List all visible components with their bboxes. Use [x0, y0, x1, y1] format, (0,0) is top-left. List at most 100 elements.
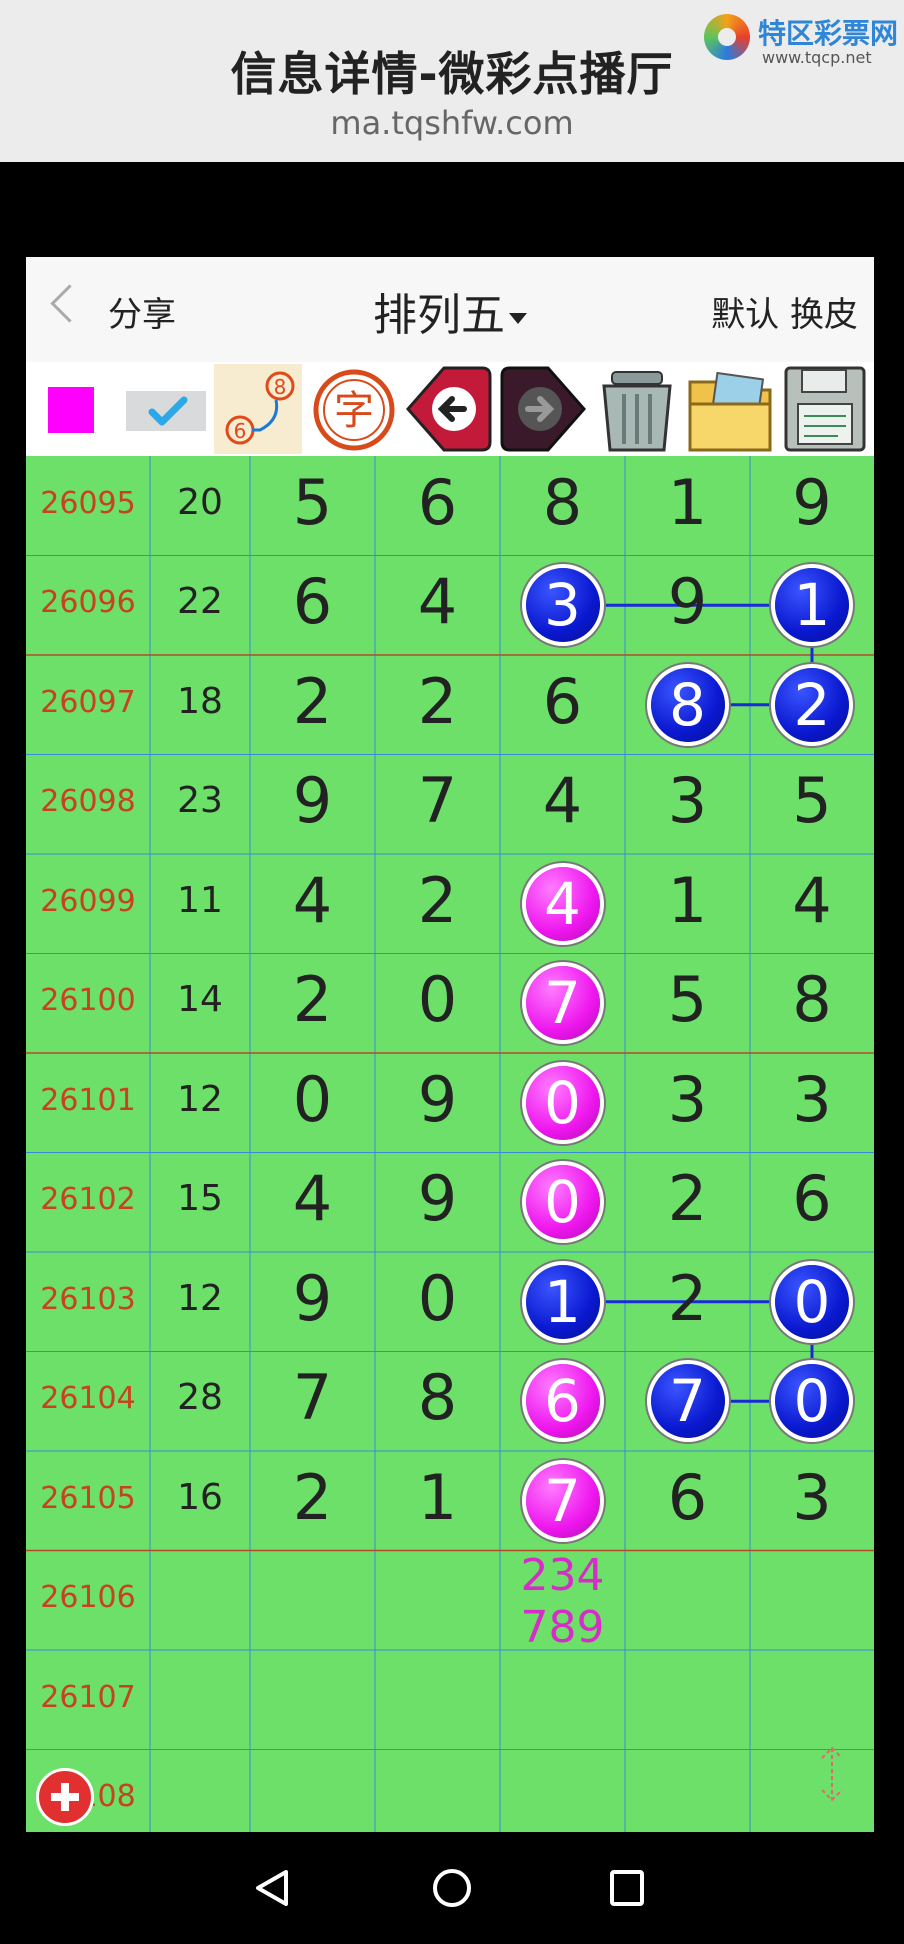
scroll-arrows-icon[interactable] — [812, 1744, 852, 1804]
lottery-title: 排列五 — [373, 290, 505, 341]
issue-number: 26103 — [40, 1281, 136, 1317]
draw-digit[interactable]: 2 — [648, 1162, 728, 1235]
draw-digit[interactable]: 6 — [772, 1162, 852, 1235]
results-grid: 26095 20 5 6 8 1 9 26096 22 6 4 3 9 1 26097 18 2 2 6 8 2 2609… — [26, 456, 874, 1832]
draw-digit[interactable]: 4 — [398, 565, 478, 638]
sum-value: 16 — [177, 1476, 223, 1518]
draw-digit[interactable]: 9 — [398, 1063, 478, 1136]
blue-ball-digit[interactable]: 3 — [525, 568, 600, 643]
blue-ball-digit[interactable]: 0 — [775, 1264, 849, 1339]
system-nav-bar — [0, 1832, 904, 1940]
sum-value: 12 — [177, 1078, 223, 1120]
draw-digit[interactable]: 1 — [648, 864, 728, 937]
draw-digit[interactable]: 6 — [398, 466, 478, 539]
draw-digit[interactable]: 0 — [398, 963, 478, 1036]
logo-site: www.tqcp.net — [762, 48, 872, 67]
draw-digit[interactable]: 2 — [273, 1461, 353, 1534]
draw-digit[interactable]: 7 — [398, 764, 478, 837]
blue-ball-digit[interactable]: 7 — [650, 1364, 725, 1439]
logo-name: 特区彩票网 — [758, 17, 899, 50]
draw-digit[interactable]: 9 — [398, 1162, 478, 1235]
folder-photo-icon[interactable] — [686, 364, 774, 454]
skin-options[interactable]: 默认 换皮 — [711, 287, 858, 336]
add-button-icon[interactable] — [36, 1768, 94, 1826]
issue-number: 26095 — [40, 485, 136, 521]
draw-digit[interactable]: 5 — [772, 764, 852, 837]
connect-dots-icon[interactable]: 8 6 — [214, 364, 302, 454]
blue-ball-digit[interactable]: 1 — [775, 568, 849, 643]
draw-digit[interactable]: 3 — [772, 1461, 852, 1534]
black-band — [0, 162, 904, 257]
pink-ball-digit[interactable]: 4 — [525, 866, 600, 941]
floppy-disk-icon[interactable] — [780, 364, 868, 454]
draw-digit[interactable]: 9 — [772, 466, 852, 539]
draw-digit[interactable]: 5 — [648, 963, 728, 1036]
dot-eight-label: 8 — [274, 375, 287, 399]
draw-digit[interactable]: 6 — [523, 665, 603, 738]
draw-digit[interactable]: 2 — [398, 864, 478, 937]
toolbar: 8 6 字 — [26, 362, 874, 456]
issue-number: 26099 — [40, 883, 136, 919]
draw-digit[interactable]: 1 — [648, 466, 728, 539]
pink-ball-digit[interactable]: 0 — [525, 1065, 600, 1140]
draw-digit[interactable]: 8 — [772, 963, 852, 1036]
issue-number: 26105 — [40, 1480, 136, 1516]
pink-ball-digit[interactable]: 6 — [525, 1364, 600, 1439]
blue-ball-digit[interactable]: 1 — [525, 1264, 600, 1339]
left-arrow-icon[interactable] — [404, 364, 492, 454]
draw-digit[interactable]: 4 — [273, 864, 353, 937]
sum-value: 20 — [177, 481, 223, 523]
draw-digit[interactable]: 1 — [398, 1461, 478, 1534]
draw-digit[interactable]: 6 — [273, 565, 353, 638]
draw-digit[interactable]: 2 — [648, 1262, 728, 1335]
draw-digit[interactable]: 9 — [273, 764, 353, 837]
issue-number: 26101 — [40, 1082, 136, 1118]
blue-ball-digit[interactable]: 8 — [650, 667, 725, 742]
draw-digit[interactable]: 4 — [772, 864, 852, 937]
pink-ball-digit[interactable]: 0 — [525, 1165, 600, 1240]
draw-digit[interactable]: 3 — [648, 1063, 728, 1136]
draw-digit[interactable]: 9 — [273, 1262, 353, 1335]
draw-digit[interactable]: 4 — [523, 764, 603, 837]
magenta-square-icon[interactable] — [26, 364, 114, 454]
pink-ball-digit[interactable]: 7 — [525, 1463, 600, 1538]
issue-number: 26100 — [40, 983, 136, 1019]
sum-value: 28 — [177, 1377, 223, 1419]
blue-ball-digit[interactable]: 2 — [775, 667, 849, 742]
app-frame: 分享 排列五 默认 换皮 8 6 字 26095 20 5 6 8 1 9 26… — [26, 257, 874, 1832]
sum-value: 14 — [177, 979, 223, 1021]
draw-digit[interactable]: 8 — [398, 1361, 478, 1434]
issue-number: 26102 — [40, 1182, 136, 1218]
draw-digit[interactable]: 3 — [772, 1063, 852, 1136]
site-logo: 特区彩票网 www.tqcp.net — [700, 8, 900, 68]
draw-digit[interactable]: 5 — [273, 466, 353, 539]
issue-number: 26106 — [40, 1580, 136, 1616]
trash-can-icon[interactable] — [592, 364, 680, 454]
draw-digit[interactable]: 2 — [398, 665, 478, 738]
draw-digit[interactable]: 0 — [398, 1262, 478, 1335]
sum-value: 11 — [177, 879, 223, 921]
issue-number: 26097 — [40, 684, 136, 720]
draw-digit[interactable]: 2 — [273, 665, 353, 738]
draw-digit[interactable]: 9 — [648, 565, 728, 638]
pink-ball-digit[interactable]: 7 — [525, 966, 600, 1041]
right-arrow-icon[interactable] — [500, 364, 588, 454]
draw-digit[interactable]: 3 — [648, 764, 728, 837]
character-icon[interactable]: 字 — [310, 364, 398, 454]
grid-lines — [26, 456, 874, 1832]
draw-digit[interactable]: 7 — [273, 1361, 353, 1434]
sum-value: 15 — [177, 1178, 223, 1220]
draw-digit[interactable]: 6 — [648, 1461, 728, 1534]
issue-number: 26104 — [40, 1381, 136, 1417]
draw-digit[interactable]: 2 — [273, 963, 353, 1036]
prediction-line-2: 789 — [520, 1602, 605, 1654]
draw-digit[interactable]: 4 — [273, 1162, 353, 1235]
dropdown-caret-icon — [509, 312, 527, 324]
draw-digit[interactable]: 0 — [273, 1063, 353, 1136]
sum-value: 22 — [177, 581, 223, 623]
blue-ball-digit[interactable]: 0 — [775, 1364, 849, 1439]
sum-value: 18 — [177, 680, 223, 722]
checkmark-icon[interactable] — [122, 364, 210, 454]
draw-digit[interactable]: 8 — [523, 466, 603, 539]
nav-recents-icon — [610, 1870, 644, 1906]
